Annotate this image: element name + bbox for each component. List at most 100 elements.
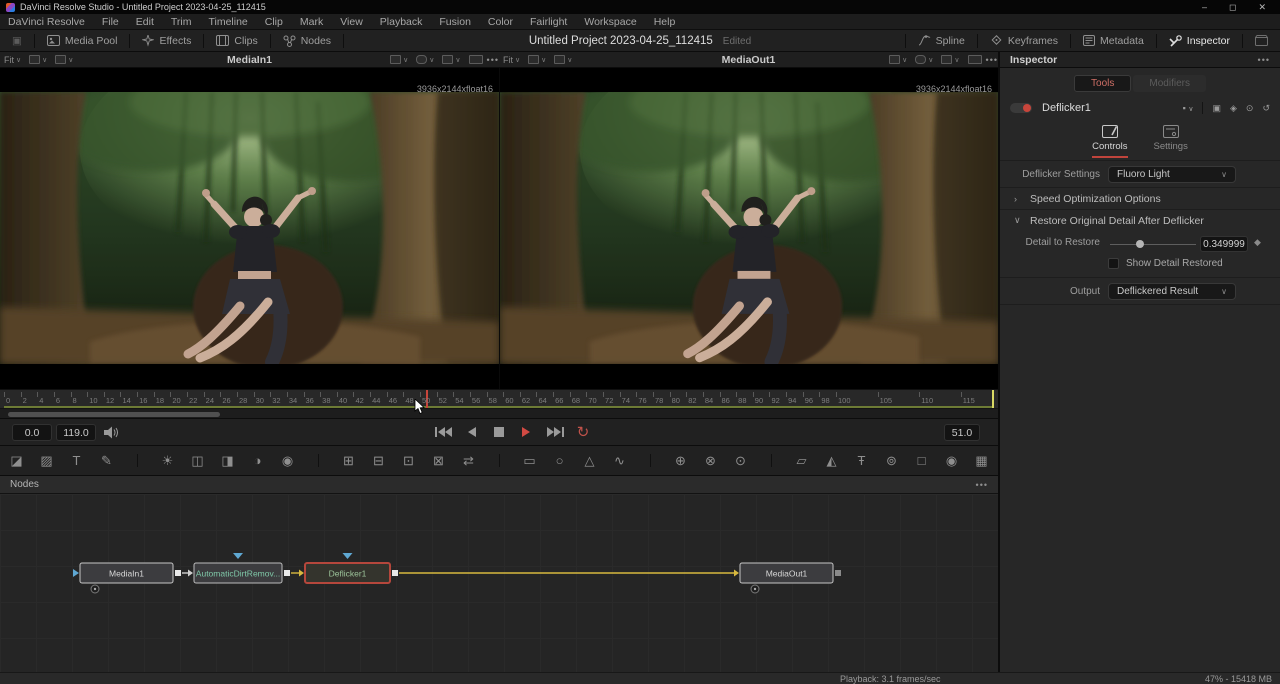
right-viewer-ab-buffer[interactable]: ∨ <box>528 55 546 64</box>
hue-curves-tool-icon[interactable]: ◨ <box>220 454 236 467</box>
node-color-swatch[interactable]: ▪ ∨ <box>1183 103 1194 113</box>
node-graph[interactable]: MediaIn1AutomaticDirtRemov...Deflicker1M… <box>0 494 998 672</box>
resize-tool-icon[interactable]: ⊠ <box>431 454 447 467</box>
maximize-button[interactable]: ◻ <box>1229 2 1236 13</box>
camera-3d-tool-icon[interactable]: ◉ <box>944 454 960 467</box>
node-output-square[interactable] <box>175 570 181 576</box>
color-corrector-tool-icon[interactable]: ☀ <box>160 454 176 467</box>
close-button[interactable]: ✕ <box>1258 2 1266 13</box>
minimize-button[interactable]: – <box>1202 2 1207 13</box>
audio-mute-icon[interactable] <box>104 426 118 439</box>
left-viewer-lut-icon[interactable]: ∨ <box>416 55 434 64</box>
menu-color[interactable]: Color <box>488 16 513 28</box>
background-tool-icon[interactable]: ◪ <box>9 454 25 467</box>
inspector-button[interactable]: Inspector <box>1157 30 1242 51</box>
detail-value-field[interactable]: 0.349999 <box>1200 236 1248 252</box>
timeline-scrollbar[interactable] <box>8 412 220 417</box>
menu-mark[interactable]: Mark <box>300 16 323 28</box>
versions-icon[interactable]: ▣ <box>1212 103 1221 114</box>
play-forward-button[interactable] <box>518 423 536 441</box>
planar-tracker-tool-icon[interactable]: ⊗ <box>703 454 719 467</box>
restore-detail-section[interactable]: ∨ Restore Original Detail After Deflicke… <box>1000 210 1280 231</box>
right-viewer-color-controls[interactable]: ∨ <box>889 55 907 64</box>
page-overlay-icon[interactable]: ▣ <box>0 30 34 51</box>
right-viewer-expand-icon[interactable] <box>968 55 982 64</box>
right-viewer-grid-icon[interactable]: ∨ <box>941 55 959 64</box>
node-output-square[interactable] <box>284 570 290 576</box>
menu-edit[interactable]: Edit <box>136 16 154 28</box>
menu-fairlight[interactable]: Fairlight <box>530 16 567 28</box>
camera-tracker-tool-icon[interactable]: ⊙ <box>733 454 749 467</box>
text-plus-tool-icon[interactable]: T <box>69 454 85 467</box>
left-viewer-ab-buffer[interactable]: ∨ <box>29 55 47 64</box>
node-output-square[interactable] <box>835 570 841 576</box>
deflicker-settings-dropdown[interactable]: Fluoro Light ∨ <box>1108 166 1236 183</box>
matte-control-tool-icon[interactable]: ⊡ <box>401 454 417 467</box>
media-pool-button[interactable]: Media Pool <box>35 30 130 51</box>
shape-3d-tool-icon[interactable]: ◭ <box>824 454 840 467</box>
menu-workspace[interactable]: Workspace <box>584 16 636 28</box>
lock-icon[interactable]: ⊙ <box>1246 103 1254 114</box>
stop-button[interactable] <box>490 423 508 441</box>
left-viewer-options-menu[interactable]: ••• <box>487 55 499 65</box>
text-3d-tool-icon[interactable]: Ŧ <box>854 454 870 467</box>
inspector-menu[interactable]: ••• <box>1258 55 1280 65</box>
nodes-button[interactable]: Nodes <box>271 30 343 51</box>
node-output-square[interactable] <box>392 570 398 576</box>
cube-3d-tool-icon[interactable]: □ <box>914 454 930 467</box>
show-detail-checkbox[interactable] <box>1108 258 1119 269</box>
right-viewer-options-menu[interactable]: ••• <box>986 55 998 65</box>
left-viewer-expand-icon[interactable] <box>469 55 483 64</box>
bspline-mask-tool-icon[interactable]: ∿ <box>612 454 628 467</box>
right-viewer-zoom-select[interactable]: Fit∨ <box>503 55 520 65</box>
clips-button[interactable]: Clips <box>204 30 269 51</box>
brightness-contrast-tool-icon[interactable]: ◑ <box>250 454 266 467</box>
clapper-icon[interactable] <box>1243 30 1280 51</box>
node-enable-toggle[interactable] <box>1010 103 1032 113</box>
menu-davinci-resolve[interactable]: DaVinci Resolve <box>8 16 85 28</box>
color-curves-tool-icon[interactable]: ◫ <box>190 454 206 467</box>
pin-icon[interactable]: ◈ <box>1230 103 1237 114</box>
node-MediaOut1[interactable]: MediaOut1 <box>740 563 841 593</box>
node-MediaIn1[interactable]: MediaIn1 <box>73 563 181 593</box>
tracker-tool-icon[interactable]: ⊕ <box>673 454 689 467</box>
left-viewer-zoom-select[interactable]: Fit∨ <box>4 55 21 65</box>
paint-tool-icon[interactable]: ✎ <box>99 454 115 467</box>
left-viewer-grid-icon[interactable]: ∨ <box>442 55 460 64</box>
timeline-ruler[interactable]: 0246810121416182022242628303234363840424… <box>0 389 998 408</box>
polygon-mask-tool-icon[interactable]: △ <box>582 454 598 467</box>
transform-tool-icon[interactable]: ⇄ <box>461 454 477 467</box>
output-dropdown[interactable]: Deflickered Result ∨ <box>1108 283 1236 300</box>
right-viewer-split-view[interactable]: ∨ <box>554 55 572 64</box>
renderer-3d-tool-icon[interactable]: ▦ <box>974 454 990 467</box>
channel-booleans-tool-icon[interactable]: ⊟ <box>371 454 387 467</box>
menu-playback[interactable]: Playback <box>380 16 423 28</box>
right-viewer-lut-icon[interactable]: ∨ <box>915 55 933 64</box>
speed-optimization-section[interactable]: › Speed Optimization Options <box>1000 188 1280 209</box>
fastnoise-tool-icon[interactable]: ▨ <box>39 454 55 467</box>
detail-slider[interactable] <box>1110 244 1196 245</box>
left-viewer[interactable]: 3936x2144xfloat16 <box>0 68 499 389</box>
menu-trim[interactable]: Trim <box>171 16 192 28</box>
first-frame-button[interactable] <box>434 423 452 441</box>
left-viewer-color-controls[interactable]: ∨ <box>390 55 408 64</box>
subtab-controls[interactable]: Controls <box>1092 125 1127 158</box>
range-end-field[interactable]: 119.0 <box>56 424 96 441</box>
merge-tool-icon[interactable]: ⊞ <box>341 454 357 467</box>
current-frame-field[interactable]: 51.0 <box>944 424 980 441</box>
node-Deflicker1[interactable]: Deflicker1 <box>305 553 398 583</box>
keyframes-button[interactable]: Keyframes <box>978 30 1070 51</box>
tab-modifiers[interactable]: Modifiers <box>1133 75 1206 92</box>
menu-clip[interactable]: Clip <box>265 16 283 28</box>
keyframe-icon[interactable]: ◆ <box>1254 237 1261 248</box>
ellipse-mask-tool-icon[interactable]: ○ <box>552 454 568 467</box>
rectangle-mask-tool-icon[interactable]: ▭ <box>522 454 538 467</box>
image-plane-3d-tool-icon[interactable]: ▱ <box>794 454 810 467</box>
detail-slider-handle[interactable] <box>1136 240 1144 248</box>
menu-view[interactable]: View <box>340 16 363 28</box>
tab-tools[interactable]: Tools <box>1074 75 1131 92</box>
play-reverse-button[interactable] <box>462 423 480 441</box>
left-viewer-split-view[interactable]: ∨ <box>55 55 73 64</box>
range-start-field[interactable]: 0.0 <box>12 424 52 441</box>
menu-help[interactable]: Help <box>654 16 676 28</box>
